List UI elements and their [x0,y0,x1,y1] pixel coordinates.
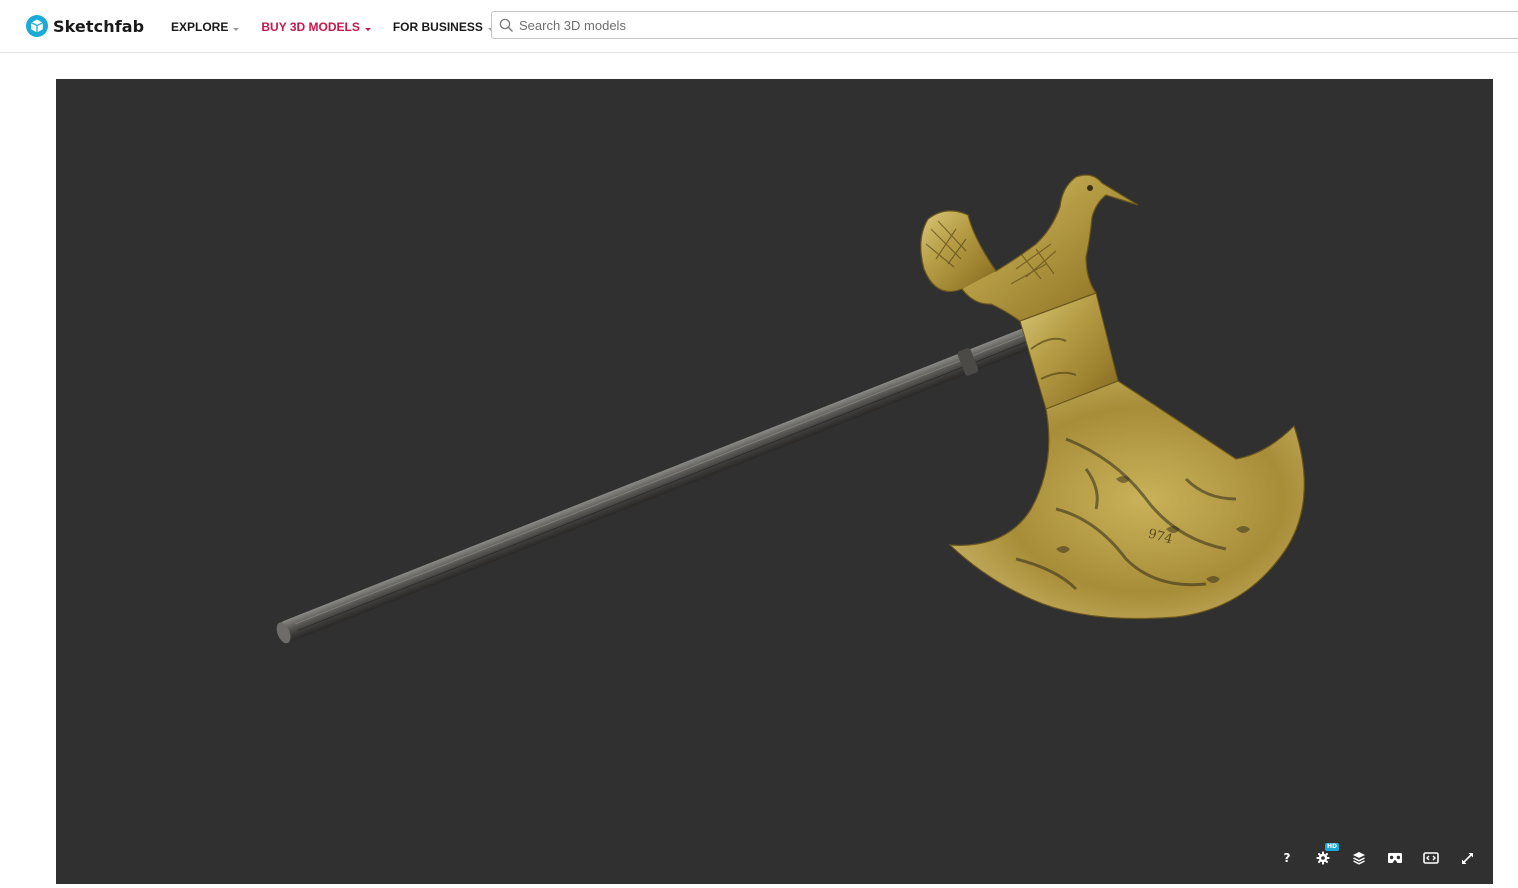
nav-for-business-label: FOR BUSINESS [392,20,483,34]
question-icon: ? [1283,851,1291,865]
help-button[interactable]: ? [1275,846,1299,870]
hd-badge: HD [1325,843,1340,851]
main-nav: EXPLORE BUY 3D MODELS FOR BUSINESS [171,18,516,36]
axe-bird-finial [920,174,1139,322]
layers-icon [1353,852,1365,865]
embed-button[interactable] [1419,846,1443,870]
axe-shaft [276,299,1100,644]
axe-model-render[interactable]: 974 [56,79,1493,884]
sketchfab-logo[interactable]: Sketchfab [26,14,144,38]
nav-explore[interactable]: EXPLORE [171,20,240,34]
nav-explore-label: EXPLORE [171,20,229,34]
model-viewer[interactable]: 974 ? HD [56,79,1493,884]
embed-icon [1423,852,1439,864]
gear-icon [1316,851,1330,865]
layers-button[interactable] [1347,846,1371,870]
chevron-down-icon [233,27,240,31]
vr-button[interactable] [1383,846,1407,870]
viewer-controls: ? HD [1263,843,1479,870]
search-icon [499,18,513,32]
nav-buy-3d-models[interactable]: BUY 3D MODELS [261,20,371,34]
search-bar [491,11,1518,39]
axe-blade: 974 [948,380,1305,620]
chevron-down-icon [364,27,371,31]
sketchfab-logo-icon [26,15,48,37]
settings-button[interactable]: HD [1311,843,1340,870]
vr-headset-icon [1388,853,1402,863]
logo-text: Sketchfab [53,16,145,36]
fullscreen-button[interactable] [1455,846,1479,870]
fullscreen-icon [1461,852,1473,864]
top-navigation-bar: Sketchfab EXPLORE BUY 3D MODELS FOR BUSI… [0,0,1518,53]
search-input[interactable] [519,12,1419,38]
nav-for-business[interactable]: FOR BUSINESS [393,20,494,34]
nav-buy-3d-models-label: BUY 3D MODELS [261,20,360,34]
